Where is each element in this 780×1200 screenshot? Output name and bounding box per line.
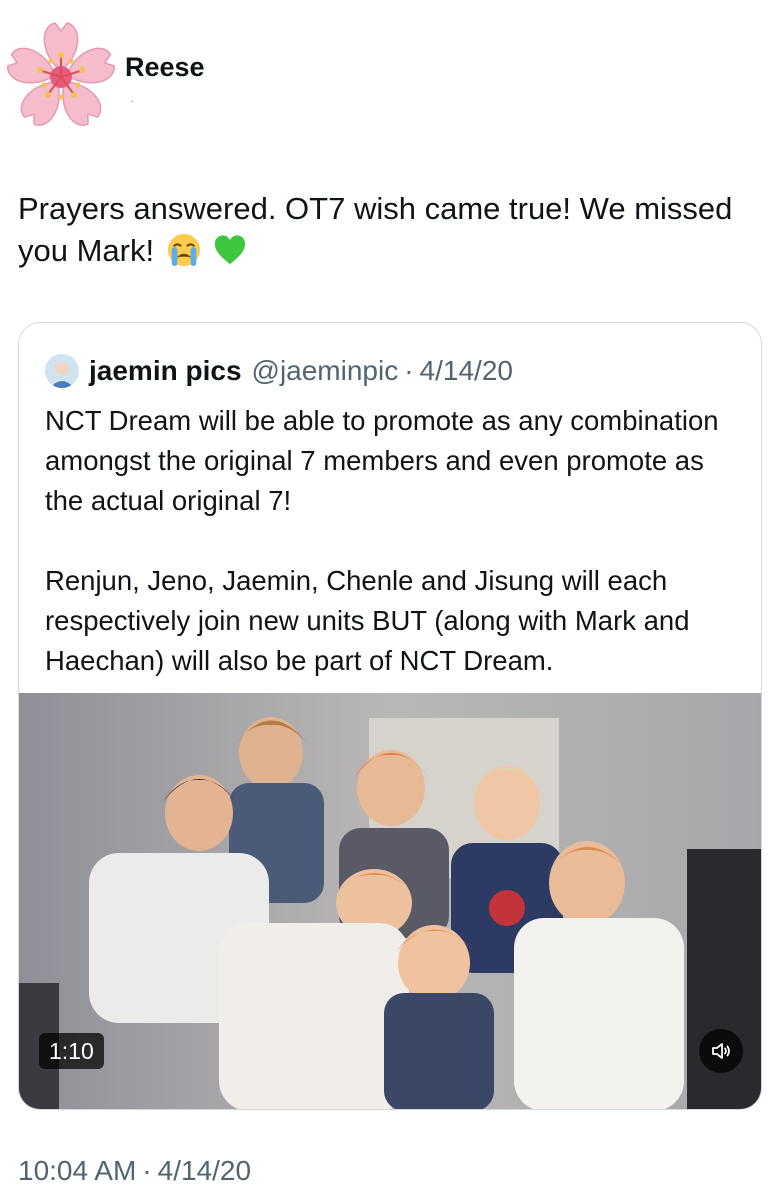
quoted-tweet-header: jaemin pics @jaeminpic · 4/14/20 [45, 349, 513, 393]
quoted-paragraph-2: Renjun, Jeno, Jaemin, Chenle and Jisung … [45, 565, 690, 676]
avatar[interactable] [2, 18, 120, 136]
tweet-text: Prayers answered. OT7 wish came true! We… [18, 188, 758, 272]
video-duration-badge: 1:10 [39, 1033, 104, 1069]
quoted-date[interactable]: 4/14/20 [420, 355, 513, 387]
author-display-name[interactable]: Reese [125, 52, 205, 83]
quoted-tweet-text: NCT Dream will be able to promote as any… [45, 401, 745, 681]
loudly-crying-face-icon [167, 233, 200, 267]
tweet-timestamp[interactable]: 10:04 AM · 4/14/20 [18, 1155, 251, 1187]
tweet-time: 10:04 AM [18, 1155, 137, 1186]
timestamp-separator: · [142, 1155, 152, 1186]
tweet-text-content: Prayers answered. OT7 wish came true! We… [18, 191, 733, 268]
quoted-handle[interactable]: @jaeminpic [252, 355, 399, 387]
speaker-icon [712, 1043, 730, 1059]
quoted-tweet-card[interactable]: jaemin pics @jaeminpic · 4/14/20 NCT Dre… [18, 322, 762, 1110]
mute-button[interactable] [699, 1029, 743, 1073]
cherry-blossom-icon [7, 22, 115, 126]
video-player[interactable]: 1:10 [19, 693, 761, 1109]
tweet-header: Reese · [0, 0, 780, 150]
video-thumbnail [19, 693, 761, 1109]
quoted-separator: · [404, 355, 414, 386]
quoted-display-name[interactable]: jaemin pics [89, 355, 242, 387]
author-handle[interactable]: · [130, 93, 135, 107]
quoted-avatar[interactable] [45, 354, 79, 388]
green-heart-icon [215, 235, 246, 265]
tweet-page: Reese · Prayers answered. OT7 wish came … [0, 0, 780, 1200]
quoted-avatar-image [45, 354, 79, 388]
tweet-date: 4/14/20 [157, 1155, 252, 1186]
quoted-paragraph-1: NCT Dream will be able to promote as any… [45, 405, 719, 516]
